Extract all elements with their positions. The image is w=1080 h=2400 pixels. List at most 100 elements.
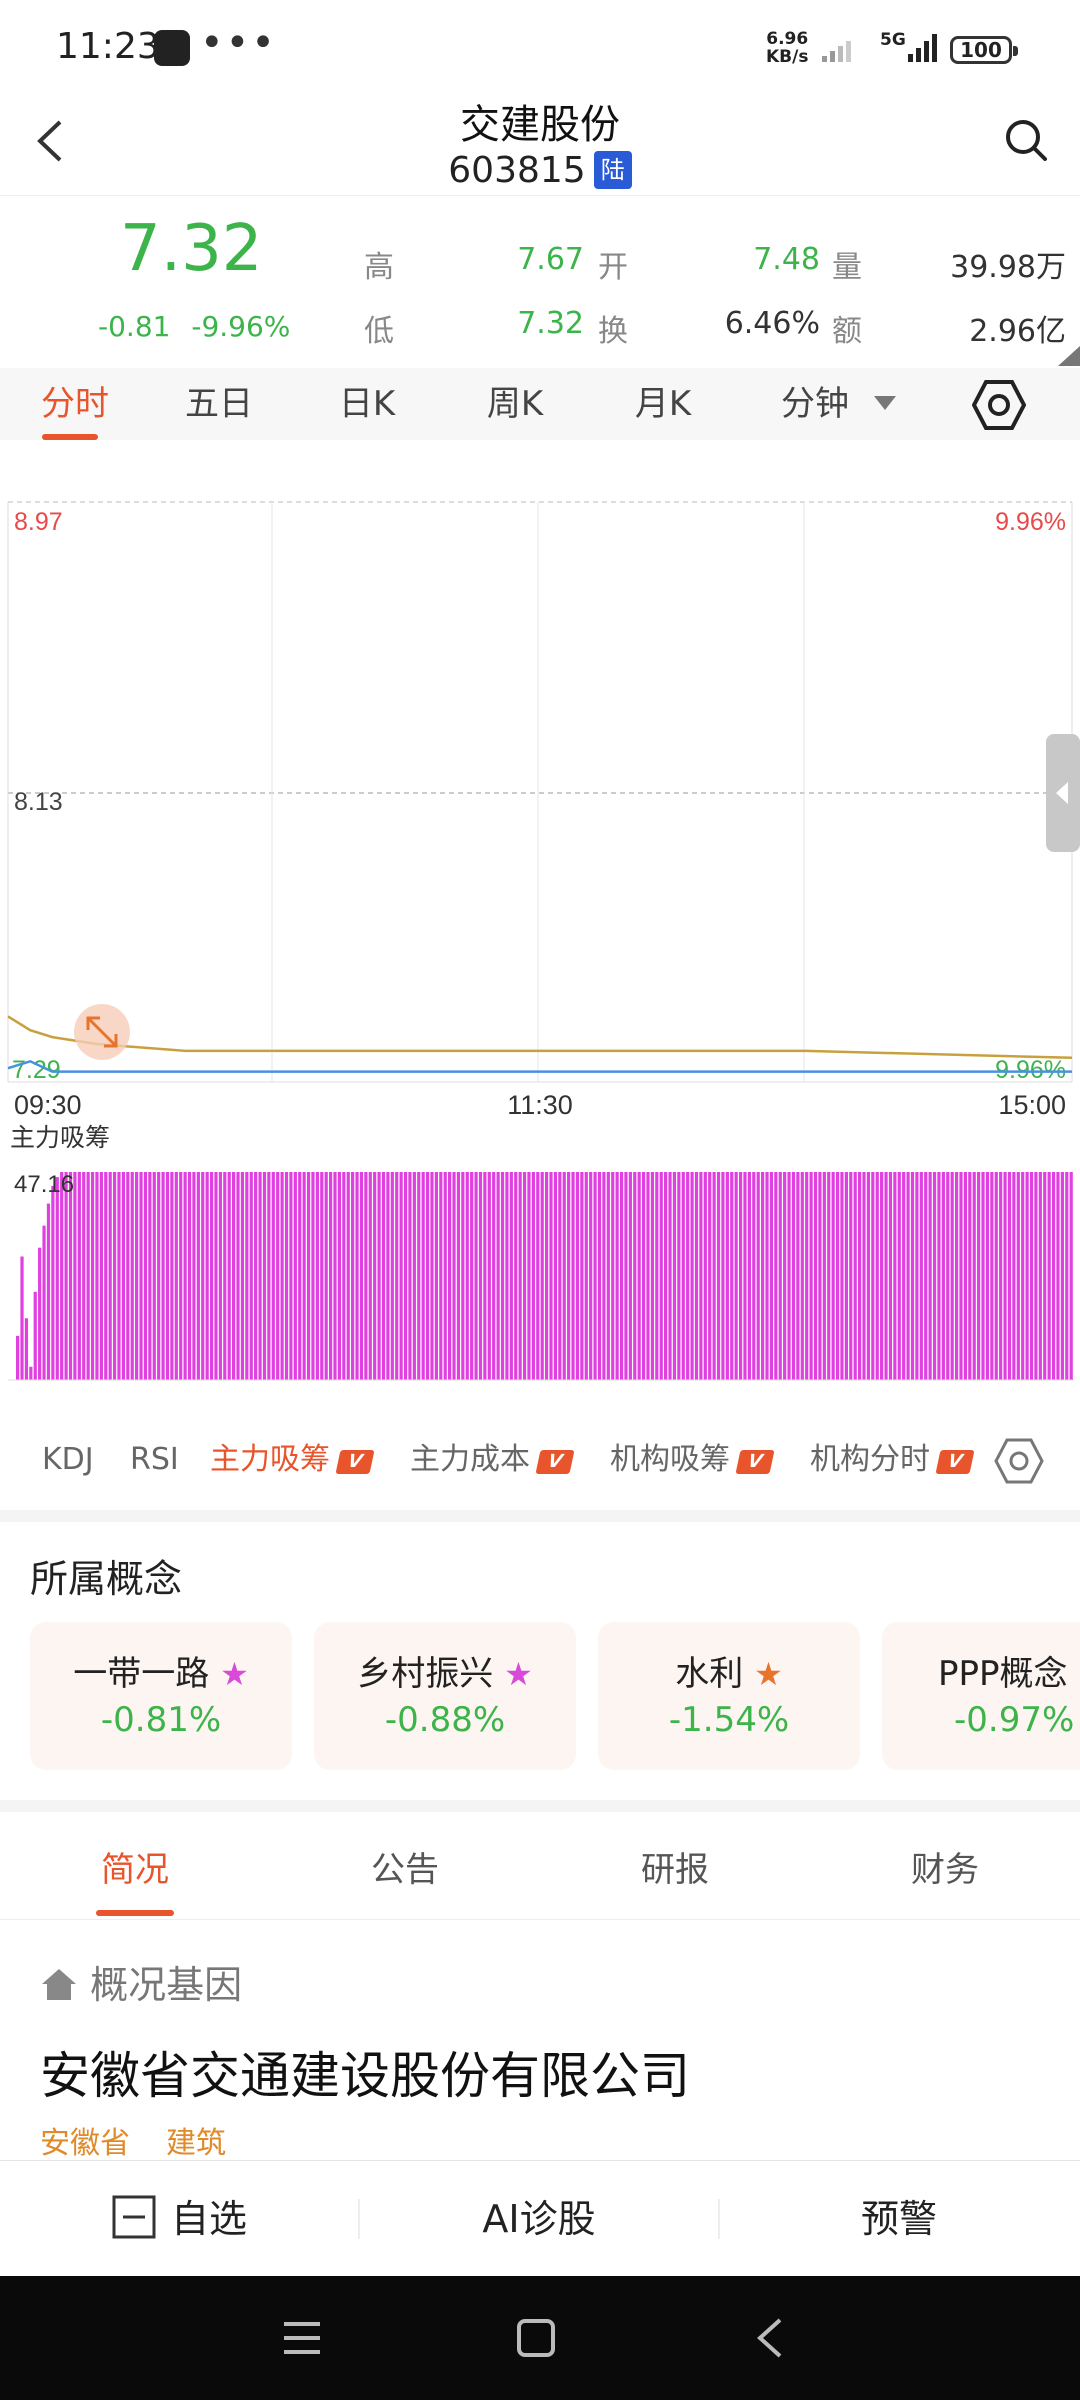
indicator-bar (201, 1172, 205, 1380)
indicator-bar (646, 1172, 650, 1380)
indicator-bar (492, 1172, 496, 1380)
price-panel-frame (7, 501, 1073, 1083)
high-value: 7.67 (517, 242, 584, 277)
indicator-bar (20, 1256, 24, 1380)
indicator-tab-rsi[interactable]: RSI (130, 1420, 179, 1500)
x-label-open: 09:30 (14, 1090, 82, 1120)
volume-label: 量 (832, 250, 862, 285)
region-tag[interactable]: 安徽省 (40, 2118, 130, 2162)
indicator-bar (761, 1172, 765, 1380)
tab-monthly-k[interactable]: 月K (608, 368, 718, 440)
side-collapse-handle[interactable] (1046, 734, 1080, 852)
pct-axis-min: -9.96% (987, 1056, 1066, 1084)
indicator-label: 机构分时 (810, 1442, 930, 1477)
indicator-bar (82, 1172, 86, 1380)
search-icon[interactable] (1002, 116, 1052, 166)
alert-button[interactable]: 预警 (720, 2161, 1078, 2277)
settings-hexagon-icon[interactable] (972, 378, 1026, 432)
indicator-tab-inst-intraday[interactable]: 机构分时 V (810, 1420, 975, 1500)
indicator-bar (655, 1172, 659, 1380)
indicator-bar (805, 1172, 809, 1380)
back-icon[interactable] (752, 2316, 788, 2360)
indicator-bar (809, 1172, 813, 1380)
indicator-bar (738, 1172, 743, 1380)
industry-tag[interactable]: 建筑 (166, 2118, 226, 2162)
indicator-bar (77, 1172, 81, 1380)
indicator-bar (518, 1172, 522, 1380)
indicator-bar (187, 1172, 192, 1380)
indicator-bar (90, 1172, 95, 1380)
indicator-bar (730, 1172, 734, 1380)
indicator-bar (602, 1172, 606, 1380)
indicator-bar (818, 1172, 822, 1380)
indicator-tab-kdj[interactable]: KDJ (42, 1420, 94, 1500)
indicator-bar (765, 1172, 769, 1380)
chevron-down-icon[interactable] (874, 396, 896, 412)
concept-card[interactable]: PPP概念 -0.97% (882, 1622, 1080, 1770)
indicator-settings-icon[interactable] (994, 1436, 1044, 1486)
indicator-bar (999, 1172, 1003, 1380)
concept-card[interactable]: 水利 ★ -1.54% (598, 1622, 860, 1770)
indicator-bar (981, 1172, 985, 1380)
indicator-bar (95, 1172, 99, 1380)
tab-announcements[interactable]: 公告 (270, 1820, 540, 1920)
home-icon (42, 1969, 76, 2000)
indicator-bar (456, 1172, 461, 1380)
indicator-bar (527, 1172, 531, 1380)
indicator-bar (236, 1172, 240, 1380)
tab-daily-k[interactable]: 日K (312, 368, 422, 440)
indicator-bar (311, 1172, 315, 1380)
concept-card[interactable]: 乡村振兴 ★ -0.88% (314, 1622, 576, 1770)
indicator-bar (514, 1172, 518, 1380)
tab-intraday[interactable]: 分时 (20, 368, 130, 440)
indicator-bar (342, 1172, 346, 1380)
indicator-bar (214, 1172, 218, 1380)
ai-diagnosis-button[interactable]: AI诊股 (360, 2161, 718, 2277)
change-percent: -9.96% (191, 310, 291, 343)
pct-axis-max: 9.96% (995, 508, 1066, 536)
volume-value: 39.98万 (950, 250, 1066, 285)
indicator-bar (165, 1172, 170, 1380)
indicator-bar (368, 1172, 372, 1380)
indicator-bar (126, 1172, 130, 1380)
indicator-bar (425, 1172, 430, 1380)
minus-box-icon (112, 2195, 156, 2239)
indicator-bar (249, 1172, 253, 1380)
indicator-bar (298, 1172, 302, 1380)
indicator-tab-main-accumulation[interactable]: 主力吸筹 V (210, 1420, 375, 1500)
indicator-bar (553, 1172, 558, 1380)
expand-chart-icon[interactable] (74, 1004, 130, 1060)
indicator-bar (1007, 1172, 1012, 1380)
tab-five-day[interactable]: 五日 (164, 368, 274, 440)
indicator-bar (1038, 1172, 1042, 1380)
tab-weekly-k[interactable]: 周K (460, 368, 570, 440)
tab-overview[interactable]: 简况 (0, 1820, 270, 1920)
indicator-bar (633, 1172, 637, 1380)
indicator-bar (351, 1172, 355, 1380)
indicator-bar (650, 1172, 655, 1380)
indicator-bar (968, 1172, 972, 1380)
indicator-bar (725, 1172, 729, 1380)
watchlist-button[interactable]: 自选 (0, 2161, 358, 2277)
indicator-bar (1069, 1172, 1073, 1380)
concept-card[interactable]: 一带一路 ★ -0.81% (30, 1622, 292, 1770)
indicator-bar (835, 1172, 840, 1380)
indicator-label: 主力吸筹 (210, 1442, 330, 1477)
intraday-chart[interactable]: 8.97 9.96% 8.13 7.29 -9.96% 09:30 11:30 … (0, 440, 1080, 1420)
indicator-bar (743, 1172, 747, 1380)
indicator-bar (487, 1172, 491, 1380)
tab-research[interactable]: 研报 (540, 1820, 810, 1920)
indicator-bar (421, 1172, 425, 1380)
indicator-tab-main-cost[interactable]: 主力成本 V (410, 1420, 575, 1500)
indicator-bar (1016, 1172, 1020, 1380)
indicator-bar (593, 1172, 597, 1380)
indicator-bar (954, 1172, 959, 1380)
indicator-tabs: KDJ RSI 主力吸筹 V 主力成本 V 机构吸筹 V 机构分时 V (0, 1420, 1080, 1500)
indicator-bar (752, 1172, 756, 1380)
tab-finance[interactable]: 财务 (810, 1820, 1080, 1920)
menu-icon[interactable] (282, 2318, 322, 2358)
indicator-tab-inst-accumulation[interactable]: 机构吸筹 V (610, 1420, 775, 1500)
home-square-icon[interactable] (516, 2318, 556, 2358)
wifi-signal-icon (822, 41, 851, 62)
tab-minute[interactable]: 分钟 (760, 368, 870, 440)
